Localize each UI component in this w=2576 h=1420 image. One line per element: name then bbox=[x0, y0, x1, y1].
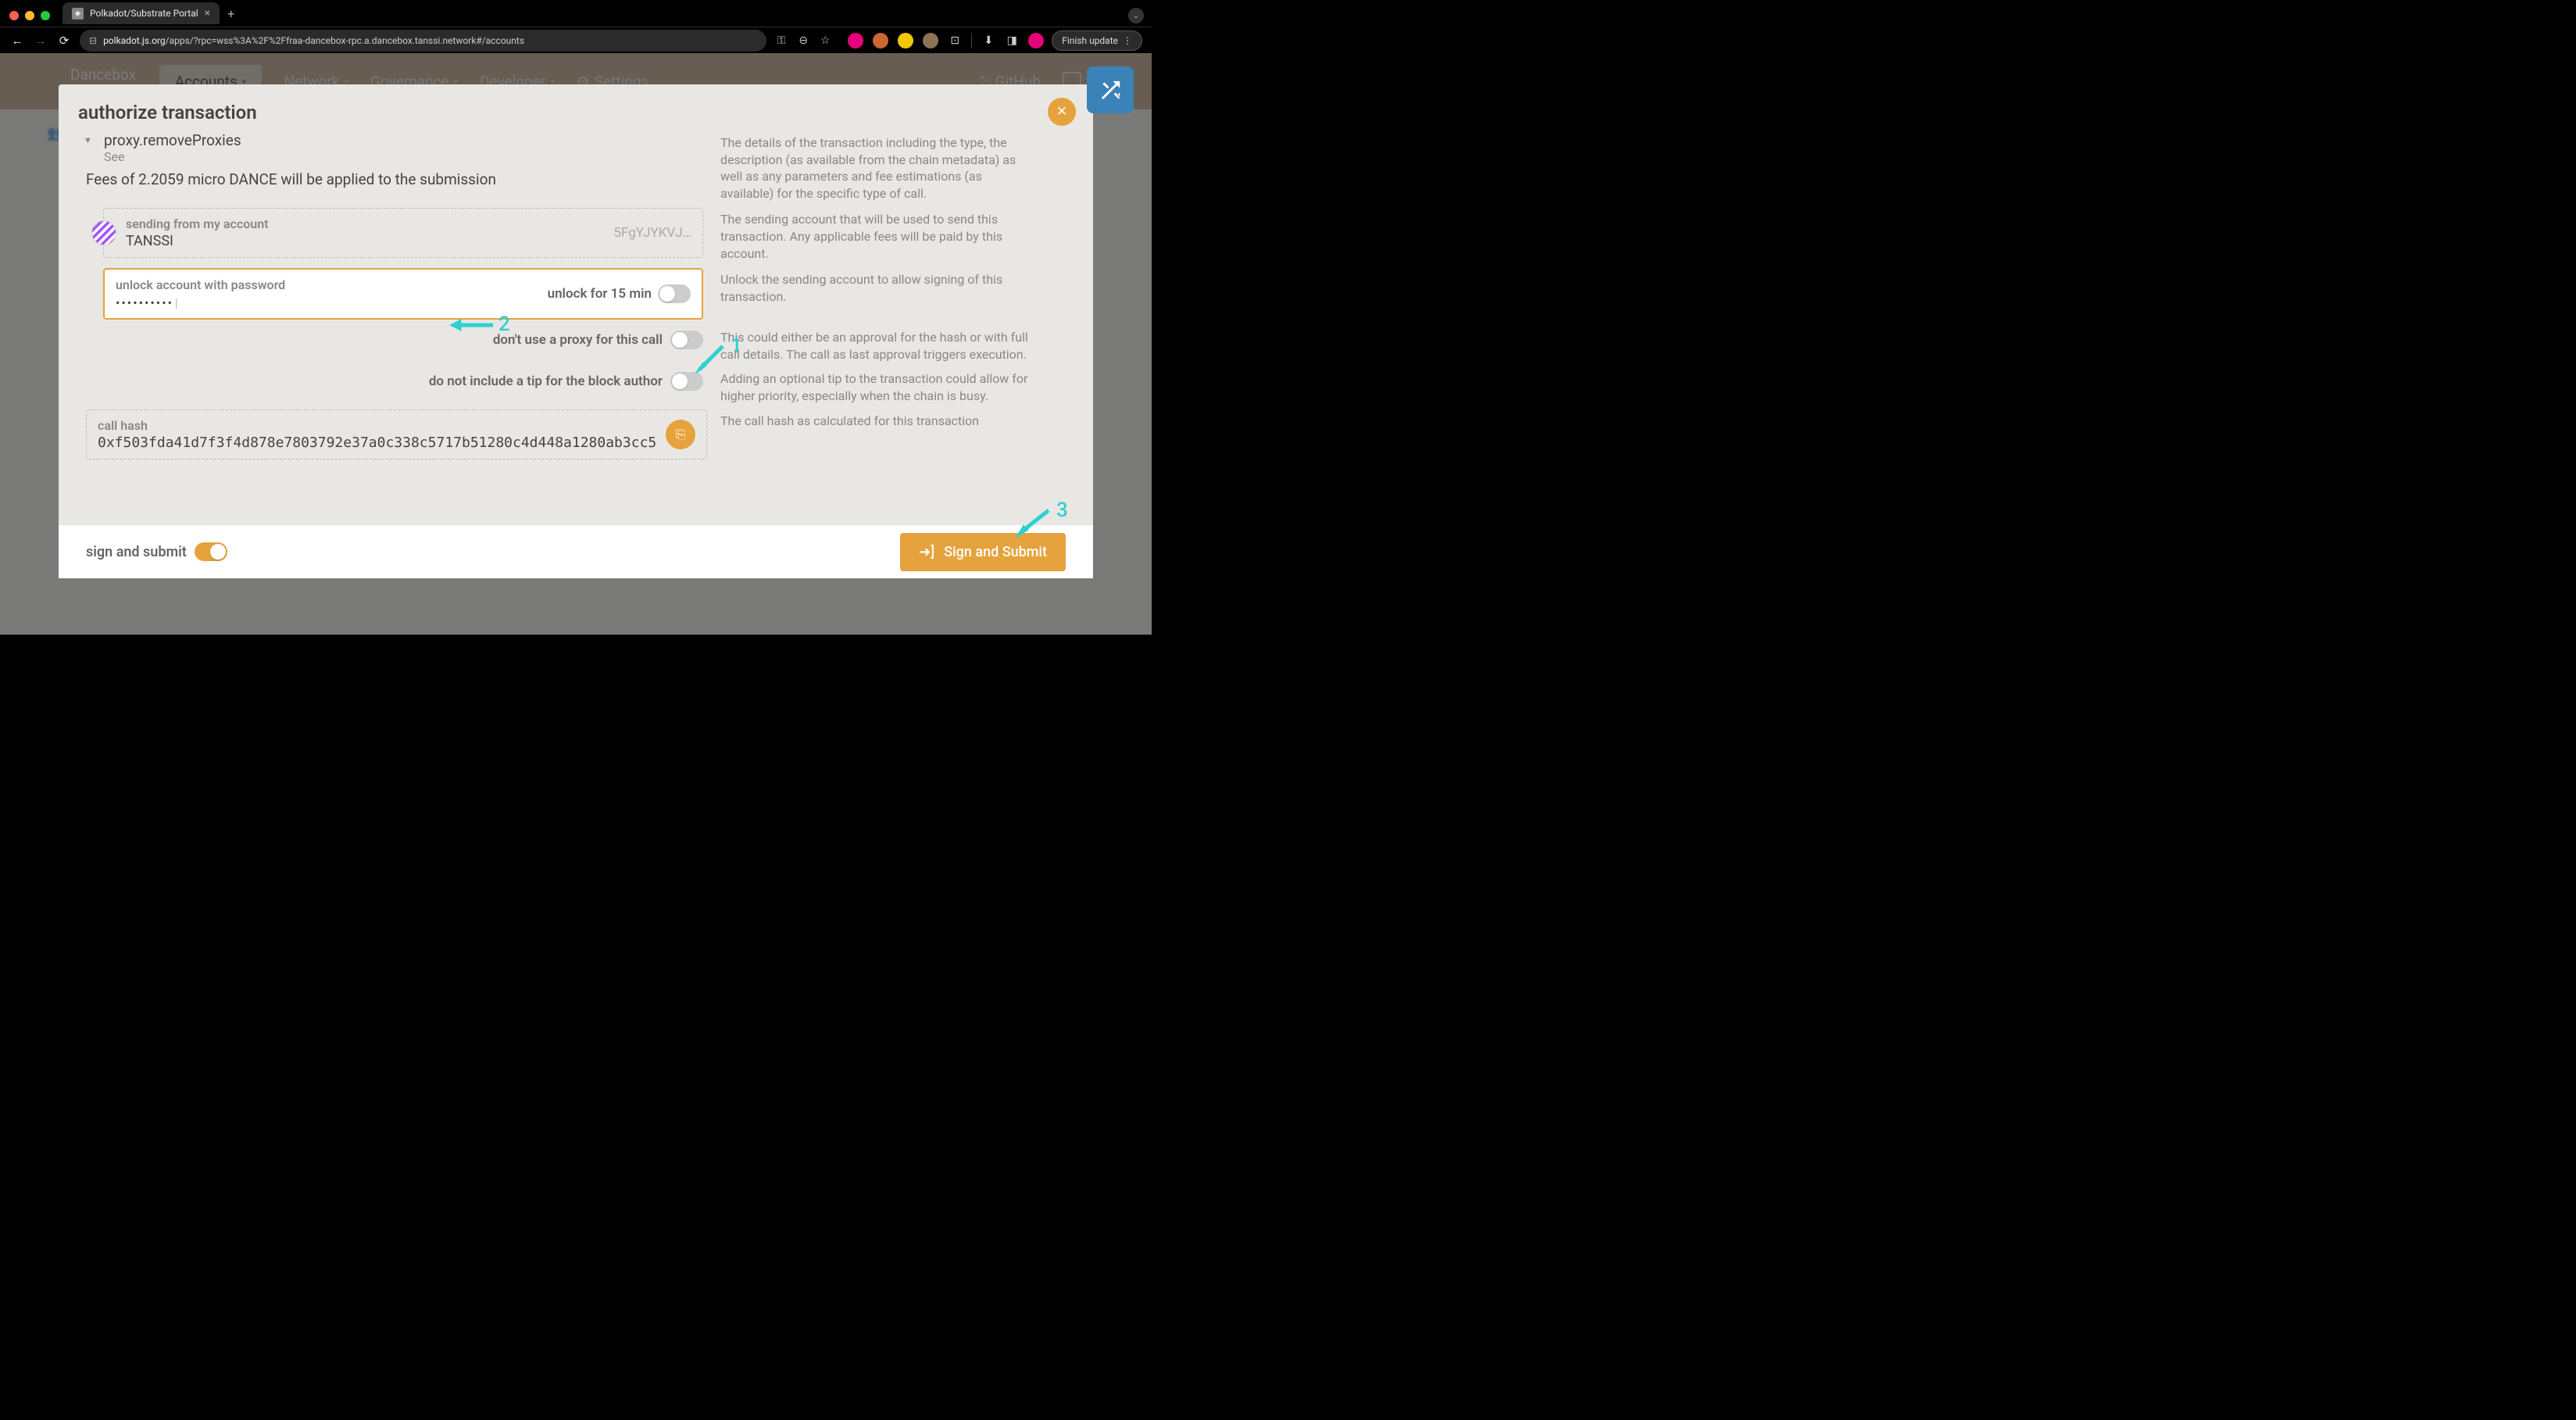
password-value: •••••••••• bbox=[116, 295, 548, 310]
shuffle-badge[interactable] bbox=[1087, 66, 1134, 113]
modal-overlay: ✕ authorize transaction ▼ proxy.removePr… bbox=[0, 53, 1152, 635]
site-info-icon[interactable]: ⊟ bbox=[89, 35, 97, 46]
identicon-icon bbox=[91, 220, 116, 245]
extension-4-icon[interactable] bbox=[923, 33, 938, 48]
downloads-icon[interactable]: ⬇ bbox=[981, 34, 995, 48]
password-label: unlock account with password bbox=[116, 277, 548, 292]
sign-submit-toggle-label: sign and submit bbox=[86, 544, 187, 560]
desc-hash: The call hash as calculated for this tra… bbox=[720, 410, 1029, 430]
maximize-window-icon[interactable] bbox=[41, 11, 50, 20]
account-name: TANSSI bbox=[126, 233, 613, 249]
extension-3-icon[interactable] bbox=[898, 33, 913, 48]
address-bar: ← → ⟳ ⊟ polkadot.js.org/apps/?rpc=wss%3A… bbox=[0, 27, 1152, 53]
profile-icon[interactable] bbox=[1028, 33, 1044, 48]
copy-icon: ⎘ bbox=[676, 427, 686, 442]
url-input[interactable]: ⊟ polkadot.js.org/apps/?rpc=wss%3A%2F%2F… bbox=[80, 30, 766, 52]
modal-close-button[interactable]: ✕ bbox=[1048, 98, 1076, 126]
back-button[interactable]: ← bbox=[9, 34, 25, 48]
caret-down-icon[interactable]: ▼ bbox=[84, 135, 92, 145]
window-dropdown-icon[interactable]: ⌄ bbox=[1128, 8, 1144, 23]
extension-icons: ⊡ ⬇ ◨ bbox=[848, 33, 1044, 48]
desc-proxy: This could either be an approval for the… bbox=[720, 326, 1029, 363]
menu-dots-icon: ⋮ bbox=[1123, 35, 1132, 46]
shuffle-icon bbox=[1097, 77, 1124, 104]
proxy-toggle[interactable] bbox=[670, 331, 703, 349]
browser-tab[interactable]: ◈ Polkadot/Substrate Portal × bbox=[63, 2, 220, 24]
close-window-icon[interactable] bbox=[9, 11, 19, 20]
tab-close-icon[interactable]: × bbox=[205, 7, 210, 20]
tip-toggle-label: do not include a tip for the block autho… bbox=[429, 374, 663, 389]
panel-icon[interactable]: ◨ bbox=[1005, 34, 1019, 48]
sign-and-submit-button[interactable]: ➜] Sign and Submit bbox=[900, 533, 1066, 571]
proxy-toggle-label: don't use a proxy for this call bbox=[493, 332, 663, 348]
copy-hash-button[interactable]: ⎘ bbox=[666, 420, 695, 449]
tip-toggle[interactable] bbox=[670, 372, 703, 391]
zoom-icon[interactable]: ⊖ bbox=[796, 34, 810, 48]
unlock-15-toggle[interactable] bbox=[658, 284, 691, 303]
browser-tab-bar: ◈ Polkadot/Substrate Portal × + bbox=[0, 0, 1152, 27]
url-text: polkadot.js.org/apps/?rpc=wss%3A%2F%2Ffr… bbox=[103, 35, 757, 46]
call-sub-link[interactable]: See bbox=[104, 149, 703, 164]
unlock-15-label: unlock for 15 min bbox=[548, 286, 652, 302]
hash-value: 0xf503fda41d7f3f4d878e7803792e37a0c338c5… bbox=[98, 435, 656, 451]
desc-tip: Adding an optional tip to the transactio… bbox=[720, 367, 1029, 404]
account-field-label: sending from my account bbox=[126, 216, 613, 231]
desc-details: The details of the transaction including… bbox=[720, 131, 1029, 202]
traffic-lights[interactable] bbox=[9, 11, 50, 20]
reload-button[interactable]: ⟳ bbox=[56, 34, 72, 48]
finish-update-button[interactable]: Finish update⋮ bbox=[1052, 30, 1142, 51]
extensions-menu-icon[interactable]: ⊡ bbox=[948, 34, 962, 48]
sign-submit-toggle[interactable] bbox=[195, 542, 227, 561]
call-hash-field: call hash 0xf503fda41d7f3f4d878e7803792e… bbox=[86, 410, 707, 460]
divider bbox=[971, 33, 972, 48]
desc-unlock: Unlock the sending account to allow sign… bbox=[720, 268, 1029, 305]
tab-favicon-icon: ◈ bbox=[72, 8, 84, 20]
call-name: proxy.removeProxies bbox=[104, 131, 703, 149]
new-tab-button[interactable]: + bbox=[227, 6, 234, 21]
bookmark-star-icon[interactable]: ☆ bbox=[818, 34, 832, 48]
tab-title: Polkadot/Substrate Portal bbox=[90, 8, 198, 19]
modal-footer: sign and submit ➜] Sign and Submit bbox=[59, 525, 1093, 578]
modal-title: authorize transaction bbox=[59, 84, 1093, 131]
password-key-icon[interactable]: ⚿ bbox=[774, 34, 788, 48]
sending-account-field[interactable]: sending from my account TANSSI 5FgYJYKVJ… bbox=[103, 208, 703, 258]
authorize-transaction-modal: ✕ authorize transaction ▼ proxy.removePr… bbox=[59, 84, 1093, 578]
account-address-short: 5FgYJYKVJ… bbox=[613, 225, 691, 241]
extension-polkadot-icon[interactable] bbox=[848, 33, 863, 48]
forward-button[interactable]: → bbox=[33, 34, 48, 48]
extension-metamask-icon[interactable] bbox=[873, 33, 888, 48]
close-icon: ✕ bbox=[1056, 104, 1067, 120]
minimize-window-icon[interactable] bbox=[25, 11, 34, 20]
desc-account: The sending account that will be used to… bbox=[720, 208, 1029, 262]
hash-label: call hash bbox=[98, 418, 656, 433]
password-field[interactable]: unlock account with password •••••••••• … bbox=[103, 268, 703, 320]
signin-icon: ➜] bbox=[919, 544, 934, 560]
fees-text: Fees of 2.2059 micro DANCE will be appli… bbox=[86, 170, 703, 188]
